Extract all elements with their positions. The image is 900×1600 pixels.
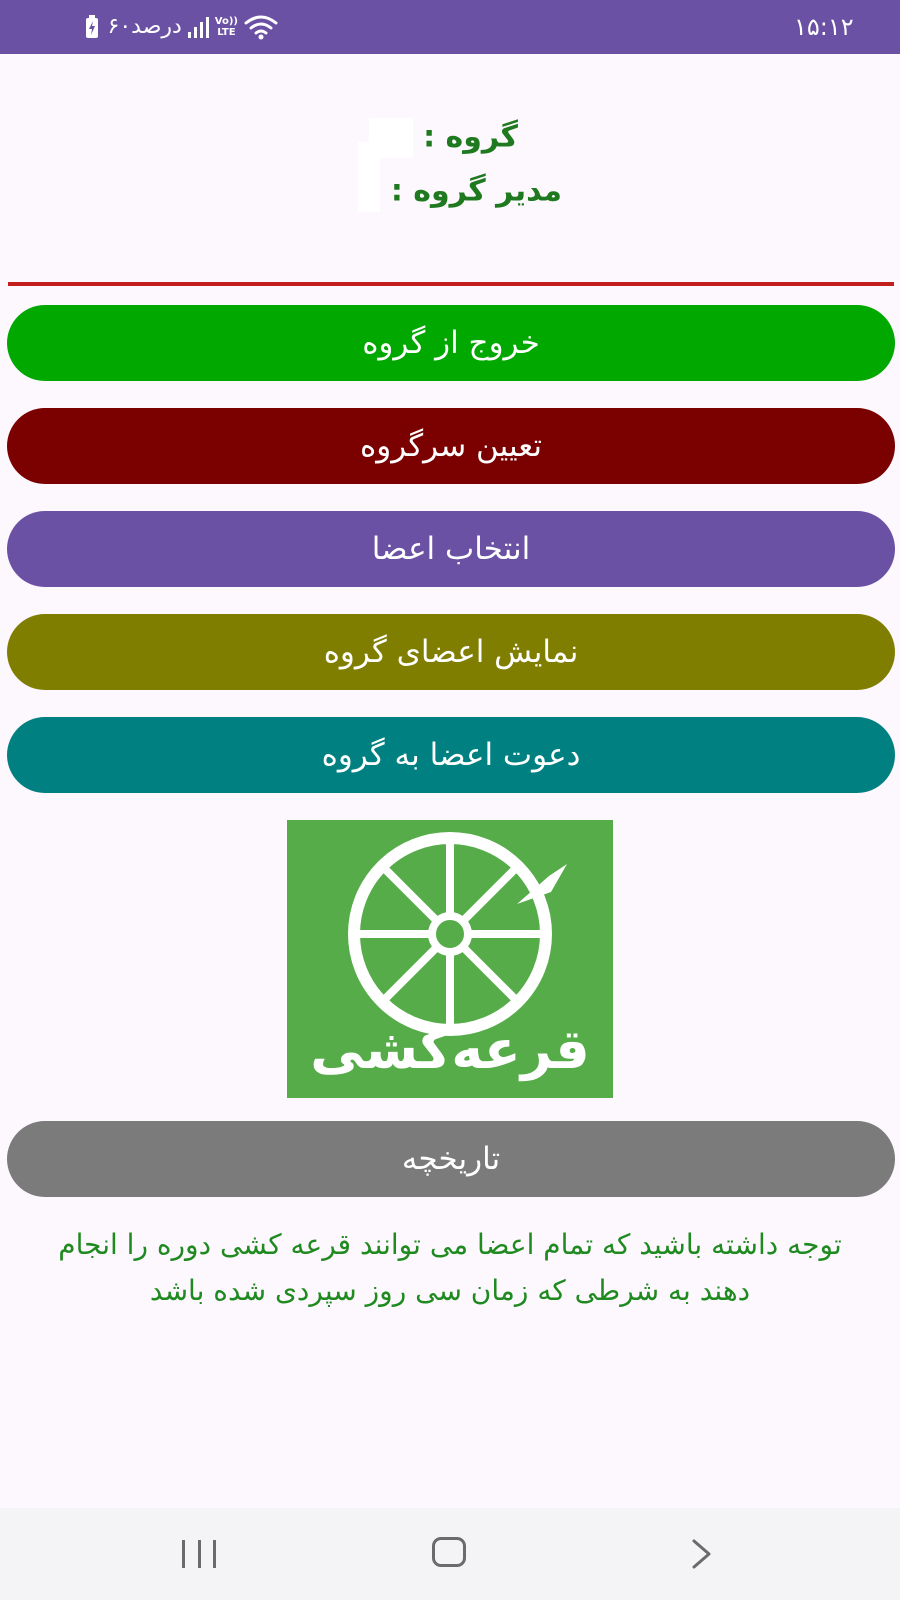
history-button[interactable]: تاریخچه: [7, 1121, 895, 1197]
manager-label: مدیر گروه :: [390, 173, 562, 209]
status-time: ۱۵:۱۲: [794, 13, 854, 41]
status-indicators: ۶۰درصد Vo)) LTE: [84, 12, 279, 42]
divider: [8, 282, 894, 286]
battery-icon: [85, 15, 98, 38]
group-name-row: گروه :: [368, 118, 518, 158]
home-icon[interactable]: [432, 1537, 466, 1567]
recent-apps-icon[interactable]: [182, 1540, 216, 1568]
battery-percent: ۶۰درصد: [107, 14, 182, 39]
lottery-image-button[interactable]: قرعه‌کشی: [287, 820, 613, 1098]
back-icon[interactable]: [690, 1538, 714, 1570]
volte-indicator: Vo)) LTE: [214, 16, 238, 38]
group-label: گروه :: [423, 119, 518, 155]
navigation-bar: [0, 1508, 900, 1600]
manager-name-value: [358, 142, 381, 212]
lottery-note: توجه داشته باشید که تمام اعضا می توانند …: [58, 1228, 842, 1307]
group-manager-row: مدیر گروه :: [358, 142, 562, 212]
leave-group-button[interactable]: خروج از گروه: [7, 305, 895, 381]
signal-icon: [187, 16, 209, 38]
wifi-icon: [244, 15, 278, 40]
invite-members-button[interactable]: دعوت اعضا به گروه: [7, 717, 895, 793]
assign-leader-button[interactable]: تعیین سرگروه: [7, 408, 895, 484]
lottery-label: قرعه‌کشی: [310, 1018, 590, 1081]
status-bar: ۱۵:۱۲ ۶۰درصد Vo)) LTE: [0, 0, 900, 54]
show-members-button[interactable]: نمایش اعضای گروه: [7, 614, 895, 690]
select-members-button[interactable]: انتخاب اعضا: [7, 511, 895, 587]
